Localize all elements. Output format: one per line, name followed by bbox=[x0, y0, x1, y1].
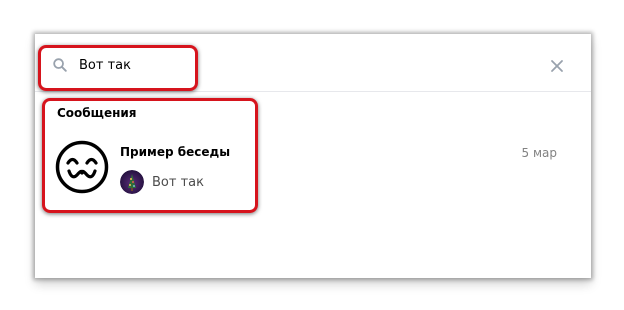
section-title-messages: Сообщения bbox=[57, 106, 137, 120]
sender-avatar bbox=[120, 170, 144, 194]
search-input[interactable] bbox=[79, 52, 459, 78]
conversation-result[interactable]: Пример беседы 5 мар Вот так bbox=[47, 126, 579, 206]
search-bar bbox=[35, 34, 591, 92]
sender-avatar-image bbox=[120, 170, 144, 194]
smiley-face-icon bbox=[55, 140, 109, 194]
conversation-name: Пример беседы bbox=[120, 145, 231, 159]
close-icon[interactable] bbox=[547, 56, 567, 76]
search-icon bbox=[53, 58, 67, 72]
conversation-date: 5 мар bbox=[521, 146, 557, 160]
search-panel: Сообщения Пример беседы 5 мар bbox=[35, 34, 591, 278]
screenshot-stage: Сообщения Пример беседы 5 мар bbox=[0, 0, 624, 310]
last-message-text: Вот так bbox=[152, 175, 204, 190]
